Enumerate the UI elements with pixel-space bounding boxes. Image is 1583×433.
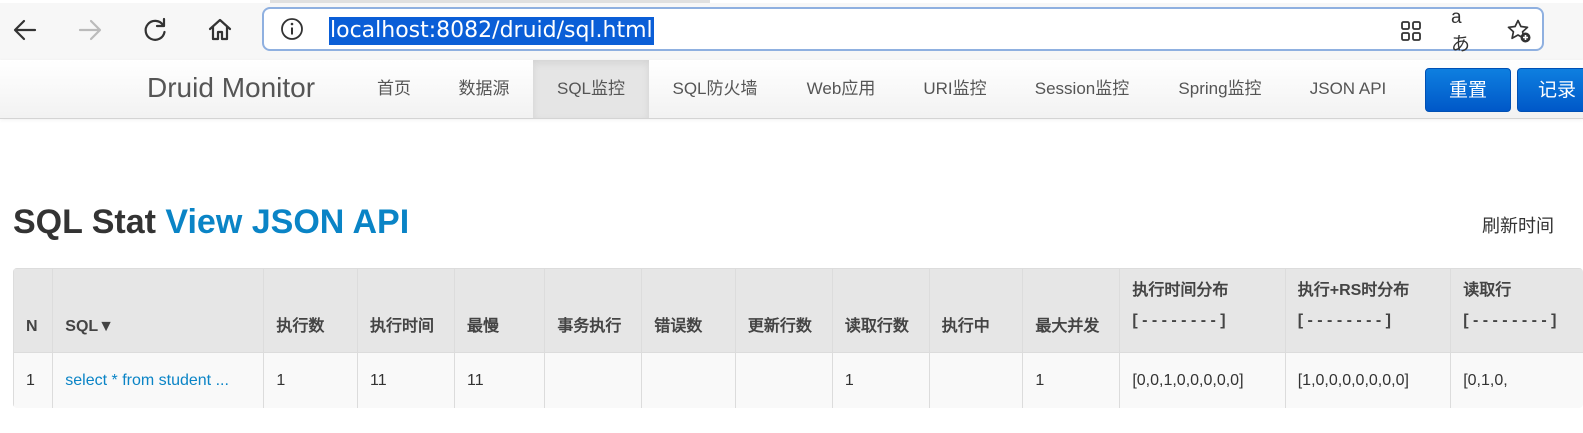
browser-toolbar: localhost:8082/druid/sql.html aあ [0,0,1583,61]
back-button[interactable] [5,10,45,50]
col-header-read-rows[interactable]: 读取行数 [831,268,930,353]
cell-running [928,352,1024,408]
arrow-left-icon [13,19,37,41]
cell-rs-hist: [1,0,0,0,0,0,0,0] [1284,352,1452,408]
col-header-rs-hist-buckets: [ - - - - - - - - ] [1297,312,1392,329]
col-header-read-hist[interactable]: 读取行 [ - - - - - - - - ] [1450,268,1583,353]
nav-item-json-api[interactable]: JSON API [1292,60,1404,118]
col-header-exec-count[interactable]: 执行数 [263,268,359,353]
nav-item-spring-monitor[interactable]: Spring监控 [1162,60,1278,118]
cell-tx-exec [544,352,643,408]
cell-errors [641,352,736,408]
col-header-max-concurrent[interactable]: 最大并发 [1022,268,1121,353]
cell-slowest: 11 [453,352,546,408]
nav-item-sql-monitor[interactable]: SQL监控 [533,60,649,118]
view-json-api-link[interactable]: View JSON API [165,203,409,241]
address-bar[interactable]: localhost:8082/druid/sql.html aあ [262,7,1544,55]
sql-stat-table-wrapper: N SQL▼ 执行数 执行时间 最慢 事务执行 错误数 更新行数 读取行数 执行… [13,268,1583,408]
cell-read-rows: 1 [831,352,930,408]
cell-exec-time: 11 [357,352,455,408]
cell-time-hist: [0,0,1,0,0,0,0,0] [1119,352,1286,408]
col-header-tx-exec[interactable]: 事务执行 [544,268,643,353]
col-header-read-hist-label: 读取行 [1463,282,1512,299]
apps-icon[interactable] [1397,17,1425,45]
col-header-time-hist-label: 执行时间分布 [1132,282,1229,299]
active-tab-edge [270,0,710,3]
col-header-errors[interactable]: 错误数 [641,268,736,353]
cell-read-hist: [0,1,0, [1450,352,1583,408]
col-header-rs-hist-label: 执行+RS时分布 [1297,282,1410,299]
home-icon [208,18,232,41]
refresh-time-label: 刷新时间 [1482,216,1554,236]
cell-exec-count: 1 [263,352,359,408]
favorite-add-icon[interactable] [1505,17,1533,45]
cell-n: 1 [13,352,54,408]
col-header-slowest[interactable]: 最慢 [453,268,546,353]
nav-item-uri-monitor[interactable]: URI监控 [905,60,1005,118]
col-header-n[interactable]: N [13,268,54,353]
col-header-update-rows[interactable]: 更新行数 [734,268,833,353]
reset-button[interactable]: 重置 [1425,68,1511,112]
read-aloud-icon[interactable]: aあ [1451,7,1479,55]
cell-max-concurrent: 1 [1022,352,1121,408]
log-button[interactable]: 记录 [1517,68,1583,112]
refresh-icon [144,17,166,41]
app-navbar: Druid Monitor 首页 数据源 SQL监控 SQL防火墙 Web应用 … [0,60,1583,119]
tab-strip [0,0,1583,3]
col-header-running[interactable]: 执行中 [928,268,1024,353]
info-icon[interactable] [280,17,304,41]
forward-button[interactable] [70,10,110,50]
nav-item-datasource[interactable]: 数据源 [440,60,528,118]
page-title: SQL Stat View JSON API [13,202,409,242]
arrow-right-icon [78,19,102,41]
table-row: 1 select * from student ... 1 11 11 1 1 … [13,352,1583,408]
brand-title[interactable]: Druid Monitor [147,72,315,104]
nav-item-session-monitor[interactable]: Session监控 [1018,60,1146,118]
page-title-text: SQL Stat [13,203,156,241]
url-text[interactable]: localhost:8082/druid/sql.html [329,17,654,45]
cell-sql-link[interactable]: select * from student ... [52,352,265,408]
col-header-sql[interactable]: SQL▼ [52,268,265,353]
home-button[interactable] [200,10,240,50]
nav-item-web-app[interactable]: Web应用 [790,60,892,118]
nav-item-sql-firewall[interactable]: SQL防火墙 [655,60,775,118]
table-header-row: N SQL▼ 执行数 执行时间 最慢 事务执行 错误数 更新行数 读取行数 执行… [13,268,1583,353]
col-header-time-hist-buckets: [ - - - - - - - - ] [1132,312,1226,329]
col-header-time-hist[interactable]: 执行时间分布 [ - - - - - - - - ] [1119,268,1286,353]
refresh-button[interactable] [135,10,175,50]
col-header-read-hist-buckets: [ - - - - - - - - ] [1463,312,1557,329]
nav-item-home[interactable]: 首页 [360,60,428,118]
col-header-rs-hist[interactable]: 执行+RS时分布 [ - - - - - - - - ] [1284,268,1452,353]
cell-update-rows [734,352,833,408]
sql-stat-table: N SQL▼ 执行数 执行时间 最慢 事务执行 错误数 更新行数 读取行数 执行… [13,268,1583,408]
col-header-exec-time[interactable]: 执行时间 [357,268,455,353]
